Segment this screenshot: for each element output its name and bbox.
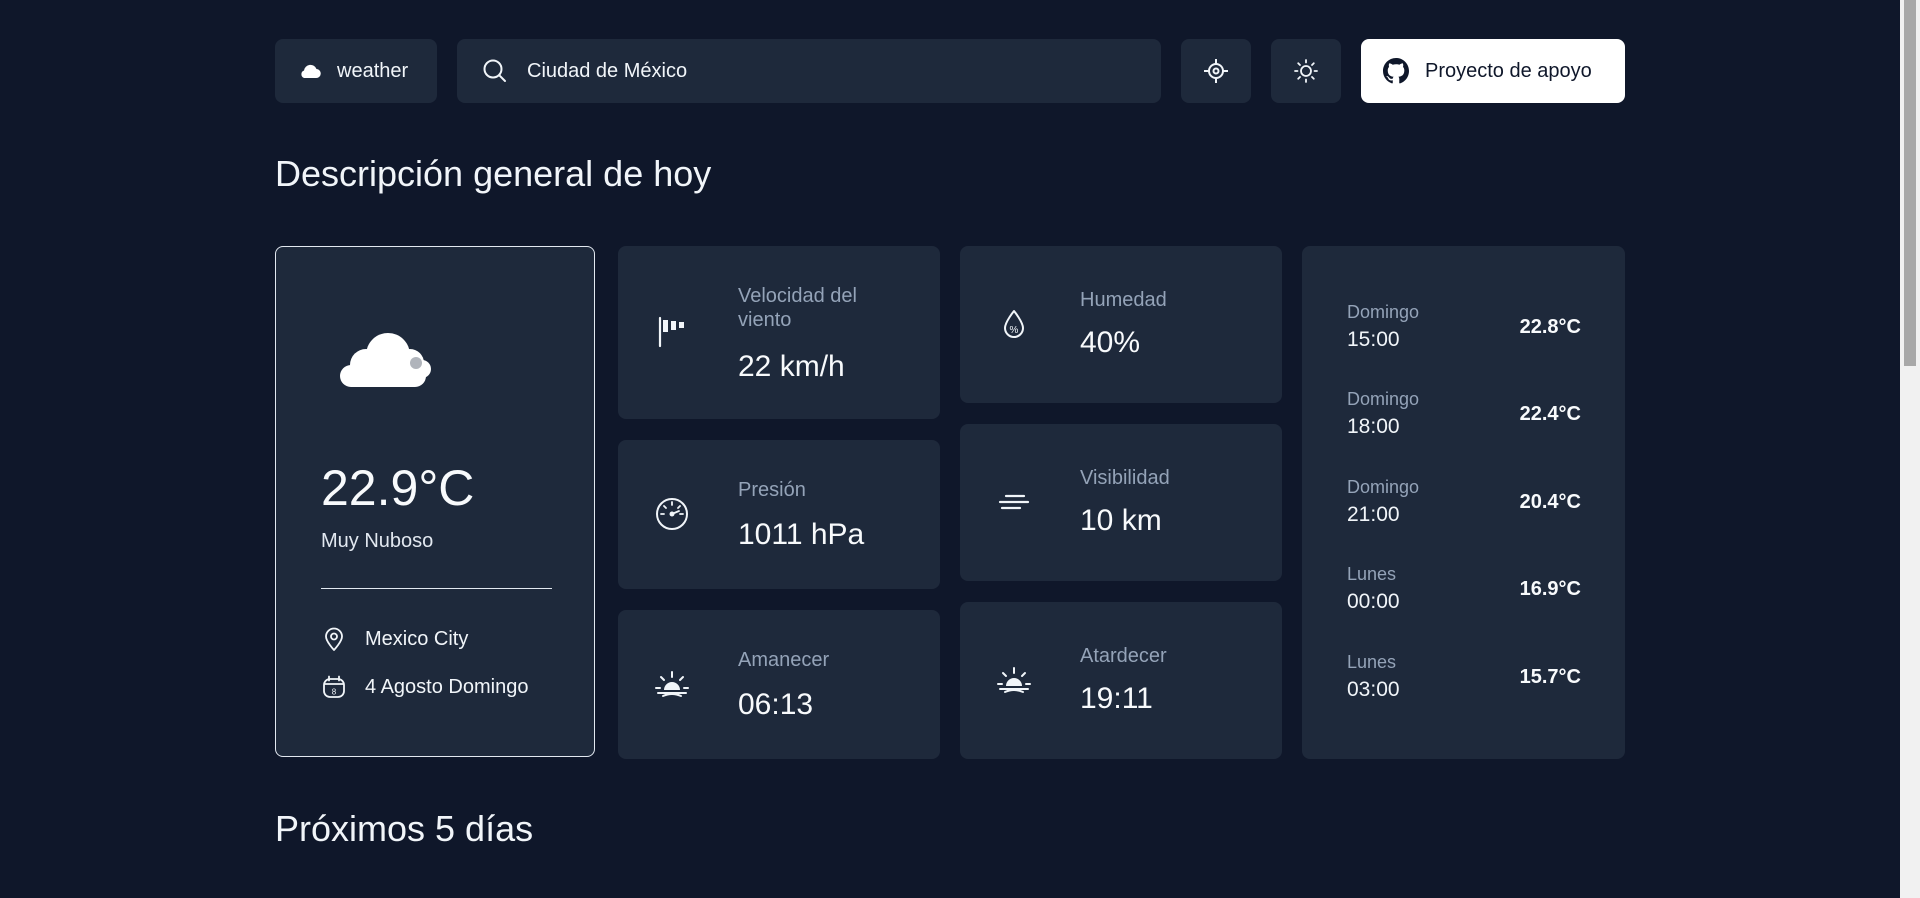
hourly-row: Domingo 15:00 22.8°C [1347,302,1581,358]
visibility-value: 10 km [1080,504,1162,537]
github-icon [1383,58,1409,84]
cloud-icon [340,333,431,387]
today-overview-title: Descripción general de hoy [275,153,712,194]
hourly-time: 03:00 [1347,678,1400,701]
hourly-temp: 20.4°C [1519,491,1581,513]
hourly-day: Domingo [1347,302,1420,322]
sunrise-icon [655,671,689,697]
calendar-icon: 8 [323,675,345,698]
hourly-day: Domingo [1347,477,1420,497]
sunset-value: 19:11 [1080,682,1153,715]
current-date: 4 Agosto Domingo [365,675,529,698]
weather-app: weather Ciudad de México Proyecto de apo… [0,0,1920,898]
humidity-icon: % [1004,310,1024,338]
svg-text:%: % [1010,325,1019,336]
scrollbar[interactable] [1900,0,1920,898]
hourly-temp: 15.7°C [1519,666,1581,688]
support-project-button[interactable]: Proyecto de apoyo [1361,39,1625,103]
sunrise-label: Amanecer [738,649,830,671]
pressure-label: Presión [738,479,806,501]
wind-speed-card: Velocidad del viento 22 km/h [618,246,940,419]
humidity-card: % Humedad 40% [960,246,1282,403]
hourly-temp: 16.9°C [1519,578,1581,600]
pressure-card: Presión 1011 hPa [618,440,940,589]
support-label: Proyecto de apoyo [1425,59,1592,82]
sunset-label: Atardecer [1080,645,1167,667]
hourly-row: Lunes 00:00 16.9°C [1347,564,1581,620]
windsock-icon [658,316,684,348]
wind-speed-label: Velocidad del viento [738,285,857,331]
visibility-icon [998,494,1030,510]
hourly-day: Lunes [1347,564,1397,584]
logo-text: weather [337,59,409,82]
map-pin-icon [325,627,343,651]
current-weather-card: 22.9°C Muy Nuboso Mexico City 8 4 Agosto… [275,246,595,757]
visibility-card: Visibilidad 10 km [960,424,1282,581]
cloud-icon [301,64,321,79]
sunrise-value: 06:13 [738,688,814,721]
search-input[interactable] [525,58,1161,84]
crosshair-icon [1204,59,1228,83]
hourly-time: 15:00 [1347,328,1400,351]
sunset-card: Atardecer 19:11 [960,602,1282,759]
hourly-day: Domingo [1347,389,1420,409]
gauge-icon [656,498,688,530]
scrollbar-thumb[interactable] [1904,0,1916,366]
search-icon [483,59,506,82]
hourly-row: Domingo 21:00 20.4°C [1347,477,1581,533]
location-name: Mexico City [365,627,469,650]
hourly-time: 21:00 [1347,503,1400,526]
date-row: 8 4 Agosto Domingo [321,674,528,700]
theme-toggle-button[interactable] [1271,39,1341,103]
sunset-icon [997,667,1031,693]
hourly-temp: 22.8°C [1519,316,1581,338]
hourly-day: Lunes [1347,652,1397,672]
humidity-value: 40% [1080,326,1141,359]
hourly-time: 18:00 [1347,415,1400,438]
hourly-time: 00:00 [1347,590,1400,613]
weather-description: Muy Nuboso [321,530,434,552]
header: weather Ciudad de México Proyecto de apo… [275,39,1625,103]
pressure-value: 1011 hPa [738,518,865,551]
search-bar[interactable] [457,39,1161,103]
next-days-title: Próximos 5 días [275,808,534,849]
humidity-label: Humedad [1080,289,1167,311]
visibility-label: Visibilidad [1080,467,1170,489]
sun-icon [1294,59,1318,83]
location-row: Mexico City [321,626,468,652]
sunrise-card: Amanecer 06:13 [618,610,940,759]
wind-speed-value: 22 km/h [738,350,845,383]
hourly-row: Lunes 03:00 15.7°C [1347,652,1581,708]
hourly-forecast-card: Domingo 15:00 22.8°C Domingo 18:00 22.4°… [1302,246,1625,759]
calendar-day-number: 8 [332,688,337,697]
hourly-row: Domingo 18:00 22.4°C [1347,389,1581,445]
current-temperature: 22.9°C [321,460,475,516]
logo[interactable]: weather [275,39,437,103]
hourly-temp: 22.4°C [1519,403,1581,425]
divider [321,588,552,589]
current-location-button[interactable] [1181,39,1251,103]
